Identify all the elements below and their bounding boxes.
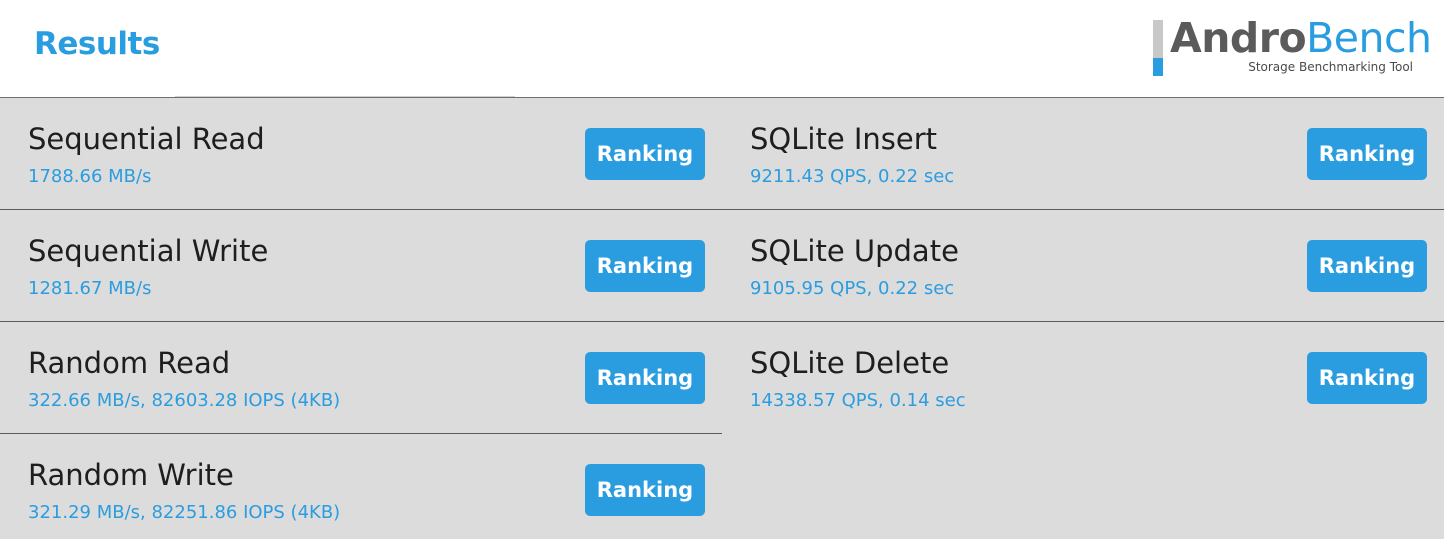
logo-subtitle: Storage Benchmarking Tool bbox=[1248, 60, 1413, 74]
results-panel: Sequential Read 1788.66 MB/s Ranking Seq… bbox=[0, 98, 1444, 539]
result-title: SQLite Insert bbox=[750, 122, 938, 156]
result-title: Random Write bbox=[28, 458, 234, 492]
result-value: 1788.66 MB/s bbox=[28, 166, 152, 187]
result-row-sqlite-update: SQLite Update 9105.95 QPS, 0.22 sec Rank… bbox=[722, 210, 1444, 322]
result-title: SQLite Delete bbox=[750, 346, 950, 380]
result-row-sequential-read: Sequential Read 1788.66 MB/s Ranking bbox=[0, 98, 722, 210]
result-value: 9211.43 QPS, 0.22 sec bbox=[750, 166, 955, 187]
result-title: Random Read bbox=[28, 346, 231, 380]
ranking-button-random-write[interactable]: Ranking bbox=[585, 464, 705, 516]
logo-wordmark: AndroBench bbox=[1170, 14, 1432, 62]
ranking-button-random-read[interactable]: Ranking bbox=[585, 352, 705, 404]
results-column-storage: Sequential Read 1788.66 MB/s Ranking Seq… bbox=[0, 98, 722, 546]
ranking-button-sqlite-delete[interactable]: Ranking bbox=[1307, 352, 1427, 404]
result-row-random-read: Random Read 322.66 MB/s, 82603.28 IOPS (… bbox=[0, 322, 722, 434]
ranking-button-sqlite-insert[interactable]: Ranking bbox=[1307, 128, 1427, 180]
header: Results AndroBench Storage Benchmarking … bbox=[0, 0, 1444, 98]
result-row-sqlite-delete: SQLite Delete 14338.57 QPS, 0.14 sec Ran… bbox=[722, 322, 1444, 434]
result-title: Sequential Read bbox=[28, 122, 265, 156]
result-value: 321.29 MB/s, 82251.86 IOPS (4KB) bbox=[28, 502, 341, 523]
ranking-button-sequential-write[interactable]: Ranking bbox=[585, 240, 705, 292]
androbench-logo: AndroBench Storage Benchmarking Tool bbox=[1153, 14, 1432, 78]
page-title: Results bbox=[34, 26, 160, 62]
logo-bar-blue bbox=[1153, 58, 1163, 76]
ranking-button-sequential-read[interactable]: Ranking bbox=[585, 128, 705, 180]
result-row-sqlite-insert: SQLite Insert 9211.43 QPS, 0.22 sec Rank… bbox=[722, 98, 1444, 210]
result-value: 9105.95 QPS, 0.22 sec bbox=[750, 278, 955, 299]
result-row-random-write: Random Write 321.29 MB/s, 82251.86 IOPS … bbox=[0, 434, 722, 546]
result-value: 322.66 MB/s, 82603.28 IOPS (4KB) bbox=[28, 390, 341, 411]
results-column-sqlite: SQLite Insert 9211.43 QPS, 0.22 sec Rank… bbox=[722, 98, 1444, 434]
logo-andro-text: Andro bbox=[1170, 14, 1307, 62]
result-title: SQLite Update bbox=[750, 234, 959, 268]
ranking-button-sqlite-update[interactable]: Ranking bbox=[1307, 240, 1427, 292]
result-row-sequential-write: Sequential Write 1281.67 MB/s Ranking bbox=[0, 210, 722, 322]
result-value: 14338.57 QPS, 0.14 sec bbox=[750, 390, 966, 411]
result-value: 1281.67 MB/s bbox=[28, 278, 152, 299]
logo-bar-gray bbox=[1153, 20, 1163, 58]
logo-bench-text: Bench bbox=[1306, 14, 1432, 62]
result-title: Sequential Write bbox=[28, 234, 269, 268]
